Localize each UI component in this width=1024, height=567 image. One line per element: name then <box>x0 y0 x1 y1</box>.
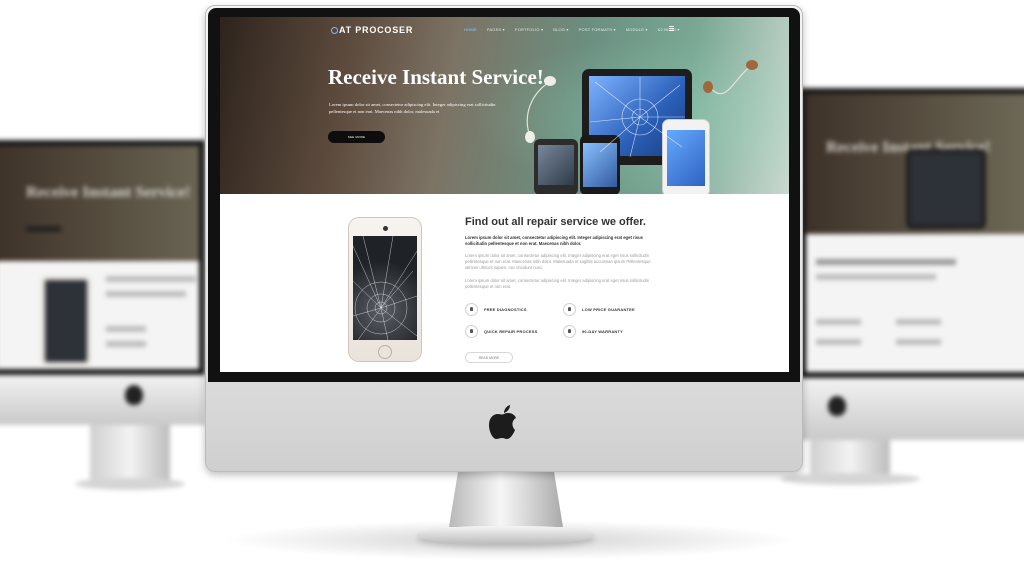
logo-mark-icon <box>331 27 338 34</box>
background-line <box>816 259 956 265</box>
background-line <box>816 319 861 325</box>
feature-item: LOW PRICE GUARANTEE <box>563 303 635 316</box>
monitor-base <box>417 526 595 544</box>
top-navigation: AT PROCOSER HOME PAGES ▾ PORTFOLIO ▾ BLO… <box>220 17 789 45</box>
hero-banner: AT PROCOSER HOME PAGES ▾ PORTFOLIO ▾ BLO… <box>220 17 789 194</box>
background-monitor-right: Receive Instant Service! <box>780 88 1024 488</box>
background-screen-right: Receive Instant Service! <box>800 88 1024 378</box>
feature-item: QUICK REPAIR PROCESS <box>465 325 538 338</box>
apple-icon <box>489 405 516 439</box>
feature-item: 90-DAY WARRANTY <box>563 325 623 338</box>
background-foot-left <box>75 478 185 490</box>
background-line <box>896 339 941 345</box>
feature-label: FREE DIAGNOSTICS <box>484 307 527 312</box>
background-hero-title-left: Receive Instant Service! <box>26 184 191 201</box>
section-lead: Lorem ipsum dolor sit amet, consectetur … <box>465 235 644 246</box>
background-stand-left <box>90 425 170 485</box>
monitor-screen: AT PROCOSER HOME PAGES ▾ PORTFOLIO ▾ BLO… <box>220 17 789 372</box>
monitor-neck <box>449 471 563 527</box>
background-hero-left <box>0 146 199 261</box>
feature-label: 90-DAY WARRANTY <box>582 329 624 334</box>
broken-screen <box>353 236 417 340</box>
nav-item-blog[interactable]: BLOG ▾ <box>553 27 568 32</box>
hero-text: Lorem ipsum dolor sit amet, consectetur … <box>329 102 496 114</box>
bell-icon <box>563 325 576 338</box>
background-phone <box>906 149 986 229</box>
nav-item-portfolio[interactable]: PORTFOLIO ▾ <box>515 27 543 32</box>
site-logo-text: AT PROCOSER <box>339 25 414 35</box>
section-paragraph: Lorem ipsum dolor sit amet, consectetur … <box>465 278 650 289</box>
nav-menu: HOME PAGES ▾ PORTFOLIO ▾ BLOG ▾ POST FOR… <box>464 27 680 32</box>
bell-icon <box>465 325 478 338</box>
apple-icon <box>125 385 143 405</box>
camera-icon <box>383 226 388 231</box>
background-line <box>816 274 936 280</box>
earphones-image <box>525 60 758 143</box>
background-chin-right <box>800 378 1024 440</box>
bell-icon <box>465 303 478 316</box>
background-line <box>106 341 146 347</box>
apple-icon <box>828 396 846 416</box>
read-more-button[interactable]: READ MORE <box>465 352 513 363</box>
nav-item-post-formats[interactable]: POST FORMATS ▾ <box>579 27 616 32</box>
background-line <box>896 319 941 325</box>
background-phone <box>41 276 91 366</box>
section-title: Find out all repair service we offer. <box>465 216 646 228</box>
nav-item-home[interactable]: HOME <box>464 27 477 32</box>
background-chin-left <box>0 375 205 425</box>
background-line <box>816 339 861 345</box>
shattered-glass-icon <box>353 236 417 340</box>
menu-icon[interactable] <box>669 26 674 31</box>
broken-iphone-image <box>348 217 422 362</box>
see-more-button[interactable]: SEE MORE <box>328 131 385 143</box>
section-paragraph: Lorem ipsum dolor sit amet, consectetur … <box>465 253 651 270</box>
home-button-icon <box>378 345 392 359</box>
background-foot-right <box>780 473 920 485</box>
bell-icon <box>563 303 576 316</box>
background-line <box>106 276 196 282</box>
background-screen-left: Receive Instant Service! <box>0 140 205 375</box>
hero-title: Receive Instant Service! <box>328 65 544 89</box>
nav-item-pages[interactable]: PAGES ▾ <box>487 27 505 32</box>
background-line <box>106 326 146 332</box>
nav-item-module[interactable]: MODULE ▾ <box>626 27 648 32</box>
feature-label: QUICK REPAIR PROCESS <box>484 329 538 334</box>
feature-label: LOW PRICE GUARANTEE <box>582 307 635 312</box>
feature-item: FREE DIAGNOSTICS <box>465 303 527 316</box>
site-logo[interactable]: AT PROCOSER <box>331 25 413 35</box>
services-section: Find out all repair service we offer. Lo… <box>220 194 789 372</box>
background-line <box>106 291 186 297</box>
background-monitor-left: Receive Instant Service! <box>0 140 205 490</box>
background-line <box>26 226 61 232</box>
